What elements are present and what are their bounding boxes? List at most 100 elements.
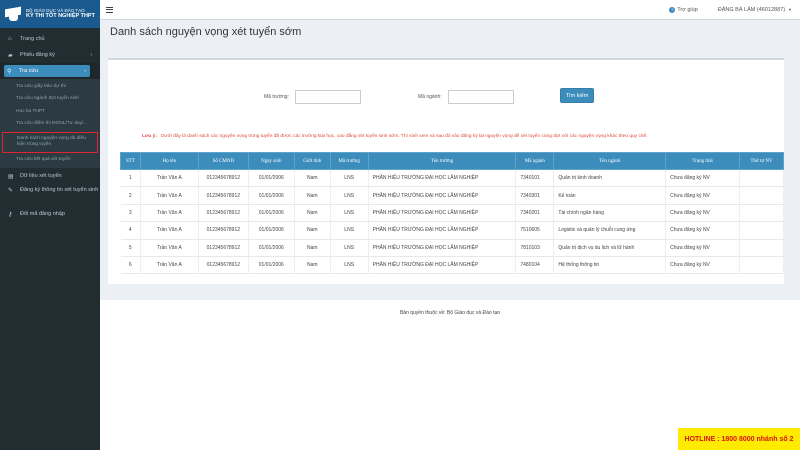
user-menu[interactable]: ĐẶNG BÁ LÂM (46012887) ▼	[718, 7, 792, 13]
table-cell: 7340301	[515, 186, 555, 205]
graduation-cap-icon	[4, 5, 22, 23]
table-cell: 3	[120, 204, 141, 223]
sidebar-item-registration[interactable]: ▰ Phiếu đăng ký ‹	[0, 47, 100, 63]
column-header: Họ tên	[139, 152, 199, 170]
table-cell: Trần Văn A	[140, 239, 199, 257]
table-row: 4 Trần Văn A 012345678912 01/01/2006 Nam LNS P…	[120, 221, 784, 240]
table-cell: 012345678912	[198, 169, 249, 188]
table-cell	[739, 239, 784, 257]
table-cell: 01/01/2006	[248, 221, 295, 240]
table-cell: Trần Văn A	[140, 169, 199, 188]
page-title: Danh sách nguyện vọng xét tuyển sớm	[110, 26, 302, 38]
table-cell: Nam	[294, 186, 331, 205]
copyright-text: Bản quyền thuộc về: Bộ Giáo dục và Đào t…	[399, 310, 501, 316]
user-name: ĐẶNG BÁ LÂM (46012887)	[717, 6, 786, 13]
help-link[interactable]: ? Trợ giúp	[669, 6, 698, 13]
document-icon: ▤	[8, 173, 14, 180]
sub-item-aptitude-scores[interactable]: Tra cứu điểm thi ĐGNL/Tư duy/...	[0, 118, 100, 130]
column-header: Thứ tự NV	[739, 152, 784, 170]
table-cell: 012345678912	[198, 186, 249, 205]
table-cell: Chưa đăng ký NV	[665, 256, 741, 275]
table-row: 6 Trần Văn A 012345678912 01/01/2006 Nam LNS P…	[120, 256, 784, 275]
sidebar-item-change-password[interactable]: ⚷ Đổi mã đăng nhập	[0, 206, 100, 222]
table-cell: 5	[120, 239, 141, 257]
table-cell: LNS	[330, 256, 369, 275]
major-code-input[interactable]	[447, 90, 514, 104]
table-cell: PHÂN HIỆU TRƯỜNG ĐẠI HỌC LÂM NGHIỆP	[368, 169, 517, 188]
sub-item-exam-notice[interactable]: Tra cứu giấy báo dự thi	[0, 81, 100, 93]
top-navbar: ? Trợ giúp ĐẶNG BÁ LÂM (46012887) ▼	[100, 0, 800, 20]
table-cell: Nam	[294, 204, 331, 223]
table-cell: Logistic và quản lý chuỗi cung ứng	[553, 221, 667, 240]
table-cell: Chưa đăng ký NV	[665, 169, 741, 188]
wishes-table: STT Họ tên Số CMND Ngày sinh Giới tính M…	[120, 152, 784, 275]
sub-item-transcript[interactable]: Học bạ THPT	[0, 106, 100, 118]
table-cell: 4	[120, 221, 141, 240]
school-code-label: Mã trường:	[264, 94, 289, 100]
table-cell	[739, 186, 784, 205]
table-cell: 01/01/2006	[248, 169, 295, 188]
table-cell: 1	[120, 169, 141, 188]
sub-item-admission-majors[interactable]: Tra cứu ngành đợt tuyển sinh	[0, 93, 100, 105]
column-header: Mã trường	[329, 152, 369, 170]
table-cell: 7480104	[515, 256, 555, 275]
table-row: 3 Trần Văn A 012345678912 01/01/2006 Nam LNS P…	[120, 204, 784, 223]
sidebar-item-label: Dữ liệu xét tuyển	[20, 173, 62, 180]
table-row: 2 Trần Văn A 012345678912 01/01/2006 Nam LNS P…	[120, 186, 784, 205]
table-cell: Trần Văn A	[140, 221, 199, 240]
table-cell	[739, 169, 784, 188]
sidebar-item-label: Trang chủ	[20, 36, 45, 42]
table-cell: 01/01/2006	[248, 204, 295, 223]
edit-icon: ✎	[8, 188, 14, 195]
column-header: Trạng thái	[665, 152, 741, 170]
sidebar-item-admission-data[interactable]: ▤ Dữ liệu xét tuyển	[0, 168, 100, 184]
sub-item-eligible-wishes[interactable]: Danh sách nguyện vọng đủ điều kiện trúng…	[2, 131, 98, 153]
table-cell: LNS	[330, 221, 369, 240]
table-cell: LNS	[330, 239, 369, 257]
note-text: Lưu ý: Dưới đây là danh sách các nguyện v…	[142, 134, 647, 139]
table-cell: 012345678912	[198, 256, 249, 275]
note-prefix: Lưu ý:	[142, 134, 157, 139]
sidebar-item-label: Đổi mã đăng nhập	[20, 211, 65, 218]
table-row: 1 Trần Văn A 012345678912 01/01/2006 Nam LNS P…	[120, 169, 784, 188]
search-icon: ⚲	[7, 68, 12, 75]
sidebar-item-lookup[interactable]: ⚲ Tra cứu ‹	[0, 63, 100, 79]
table-cell: 012345678912	[198, 239, 249, 257]
caret-down-icon: ▼	[788, 7, 792, 12]
table-cell: PHÂN HIỆU TRƯỜNG ĐẠI HỌC LÂM NGHIỆP	[368, 186, 517, 205]
search-button[interactable]: Tìm kiếm	[560, 88, 594, 103]
key-icon: ⚷	[8, 211, 13, 218]
table-cell: 7510605	[515, 221, 555, 240]
sidebar-menu: ⌂ Trang chủ ▰ Phiếu đăng ký ‹ ⚲ Tra cứu …	[0, 31, 100, 79]
hamburger-menu-icon[interactable]	[106, 6, 113, 13]
table-cell: 7340101	[515, 169, 555, 188]
table-cell: PHÂN HIỆU TRƯỜNG ĐẠI HỌC LÂM NGHIỆP	[368, 221, 517, 240]
table-row: 5 Trần Văn A 012345678912 01/01/2006 Nam LNS P…	[120, 239, 784, 257]
table-cell: Chưa đăng ký NV	[665, 186, 741, 205]
sidebar-item-label: Tra cứu	[19, 68, 39, 74]
table-cell: 7810103	[515, 239, 555, 257]
table-cell: PHÂN HIỆU TRƯỜNG ĐẠI HỌC LÂM NGHIỆP	[368, 256, 517, 275]
footer: Bản quyền thuộc về: Bộ Giáo dục và Đào t…	[100, 300, 800, 450]
table-cell: 01/01/2006	[248, 186, 295, 205]
sidebar-item-label: Đăng ký thông tin xét tuyển sinh	[20, 187, 99, 194]
table-cell: 01/01/2006	[248, 256, 295, 275]
column-header: Tên ngành	[553, 152, 667, 170]
school-code-filter: Mã trường:	[264, 90, 361, 104]
hotline-banner[interactable]: HOTLINE : 1800 8000 nhánh số 2	[678, 428, 800, 450]
table-cell: Nam	[294, 221, 331, 240]
table-cell: 012345678912	[198, 221, 249, 240]
sidebar-item-register-info[interactable]: ✎ Đăng ký thông tin xét tuyển sinh	[0, 184, 100, 206]
table-cell: LNS	[330, 186, 369, 205]
column-header: Giới tính	[293, 152, 331, 170]
school-code-input[interactable]	[294, 90, 361, 104]
home-icon: ⌂	[8, 36, 12, 42]
table-cell	[739, 204, 784, 223]
column-header: STT	[120, 152, 141, 170]
logo[interactable]: BỘ GIÁO DỤC VÀ ĐÀO TẠO KỲ THI TỐT NGHIỆP…	[0, 0, 100, 28]
table-cell: Trần Văn A	[140, 256, 199, 275]
sidebar-item-home[interactable]: ⌂ Trang chủ	[0, 31, 100, 47]
column-header: Ngày sinh	[247, 152, 295, 170]
table-cell: Nam	[294, 239, 331, 257]
sub-item-admission-results[interactable]: Tra cứu kết quả xét tuyển	[0, 154, 100, 166]
